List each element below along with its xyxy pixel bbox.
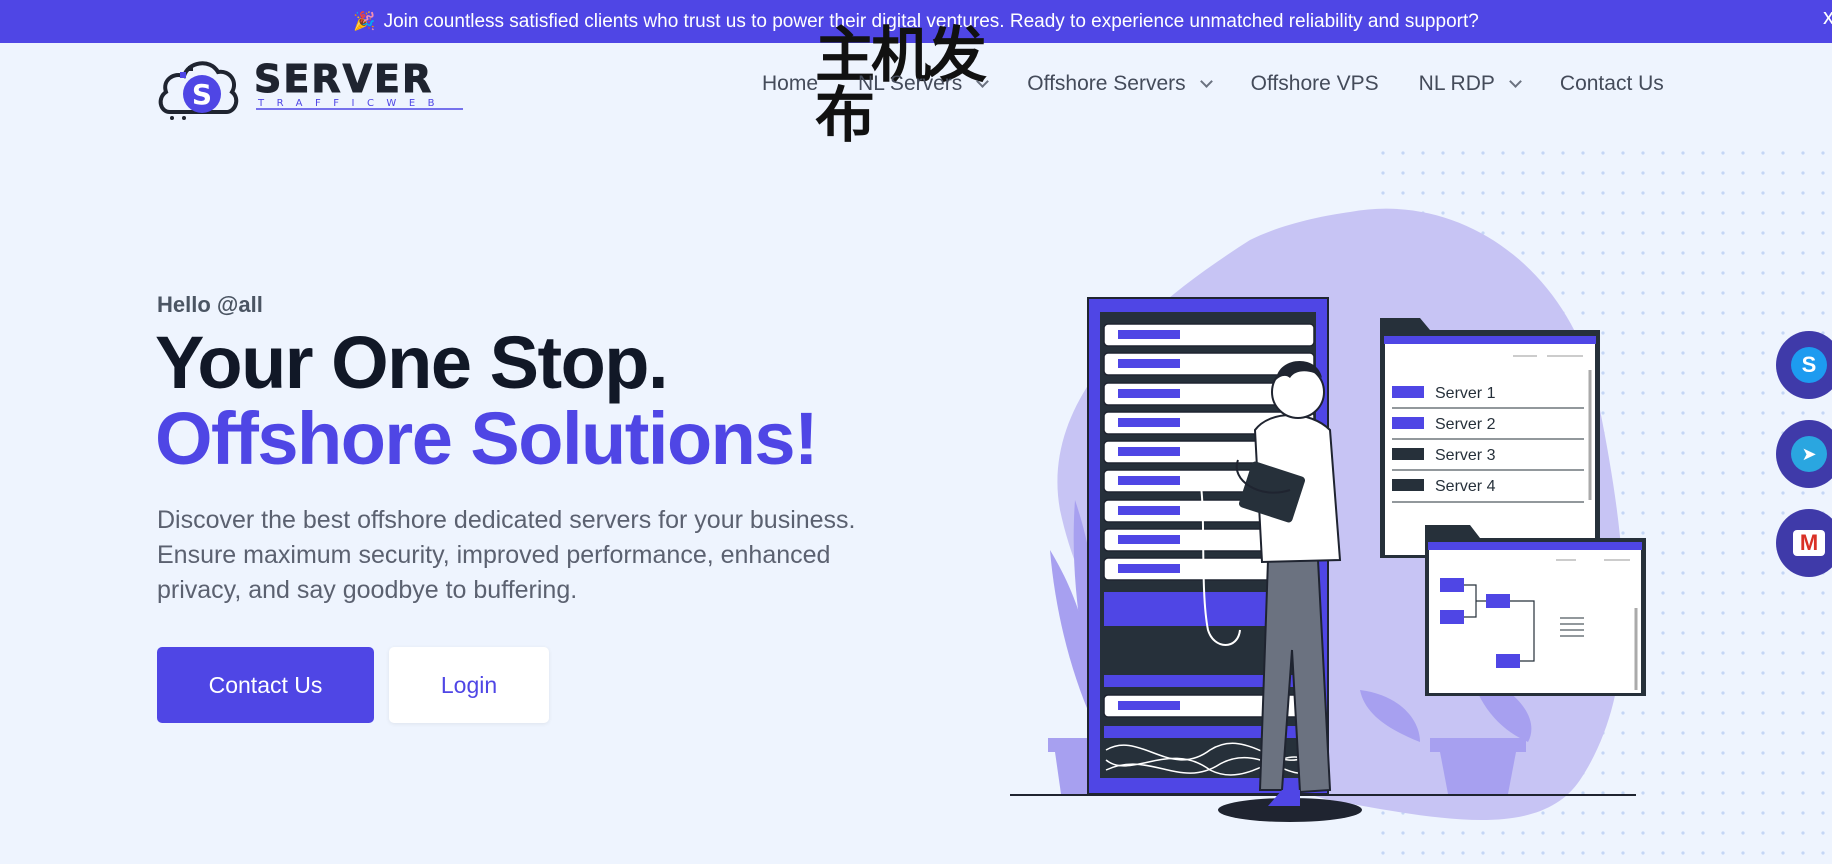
hero-title-line1: Your One Stop. — [155, 321, 669, 404]
server-item: Server 2 — [1435, 416, 1496, 433]
svg-text:S: S — [192, 78, 212, 111]
brand-logo[interactable]: S SERVER TRAFFICWEB — [158, 56, 463, 120]
hero-illustration: Server 1 Server 2 Server 3 Server 4 — [1010, 140, 1832, 864]
hero-description: Discover the best offshore dedicated ser… — [157, 506, 856, 604]
nav-label: Offshore Servers — [1027, 72, 1186, 95]
telegram-icon: ➤ — [1791, 436, 1827, 472]
server-item: Server 4 — [1435, 478, 1496, 495]
hero-title-line2: Offshore Solutions! — [155, 397, 819, 480]
nav-item-offshore-vps[interactable]: Offshore VPS — [1251, 72, 1379, 96]
server-item: Server 1 — [1435, 385, 1496, 402]
nav-label: NL RDP — [1418, 72, 1495, 95]
nav-item-home[interactable]: Home — [762, 72, 818, 96]
nav-label: Contact Us — [1559, 72, 1664, 95]
contact-us-button[interactable]: Contact Us — [157, 647, 374, 723]
login-button[interactable]: Login — [389, 647, 549, 723]
hero-greeting: Hello @all — [157, 292, 263, 317]
diagram-window — [1425, 525, 1646, 696]
nav-item-nl-servers[interactable]: NL Servers — [858, 72, 990, 96]
nav-item-contact-us[interactable]: Contact Us — [1560, 72, 1664, 96]
chevron-down-icon — [976, 74, 990, 88]
nav-label: Home — [762, 72, 819, 95]
nav-item-nl-rdp[interactable]: NL RDP — [1418, 72, 1522, 96]
server-item: Server 3 — [1435, 447, 1496, 464]
brand-tagline: TRAFFICWEB — [257, 98, 447, 109]
chevron-down-icon — [1509, 74, 1522, 88]
gmail-icon: M — [1793, 530, 1825, 556]
close-icon[interactable]: x — [1823, 6, 1832, 28]
nav-label: Offshore VPS — [1250, 72, 1379, 95]
nav-item-offshore-servers[interactable]: Offshore Servers — [1027, 72, 1213, 96]
brand-name: SERVER — [254, 57, 433, 101]
server-list-window: Server 1 Server 2 Server 3 Server 4 — [1380, 318, 1600, 558]
main-nav: Home NL Servers Offshore Servers Offshor… — [762, 72, 1664, 96]
nav-label: NL Servers — [858, 72, 963, 95]
chevron-down-icon — [1199, 74, 1213, 88]
cloud-logo-icon: S — [158, 61, 239, 120]
skype-icon: S — [1791, 347, 1827, 383]
party-popper-icon: 🎉 — [353, 11, 376, 31]
